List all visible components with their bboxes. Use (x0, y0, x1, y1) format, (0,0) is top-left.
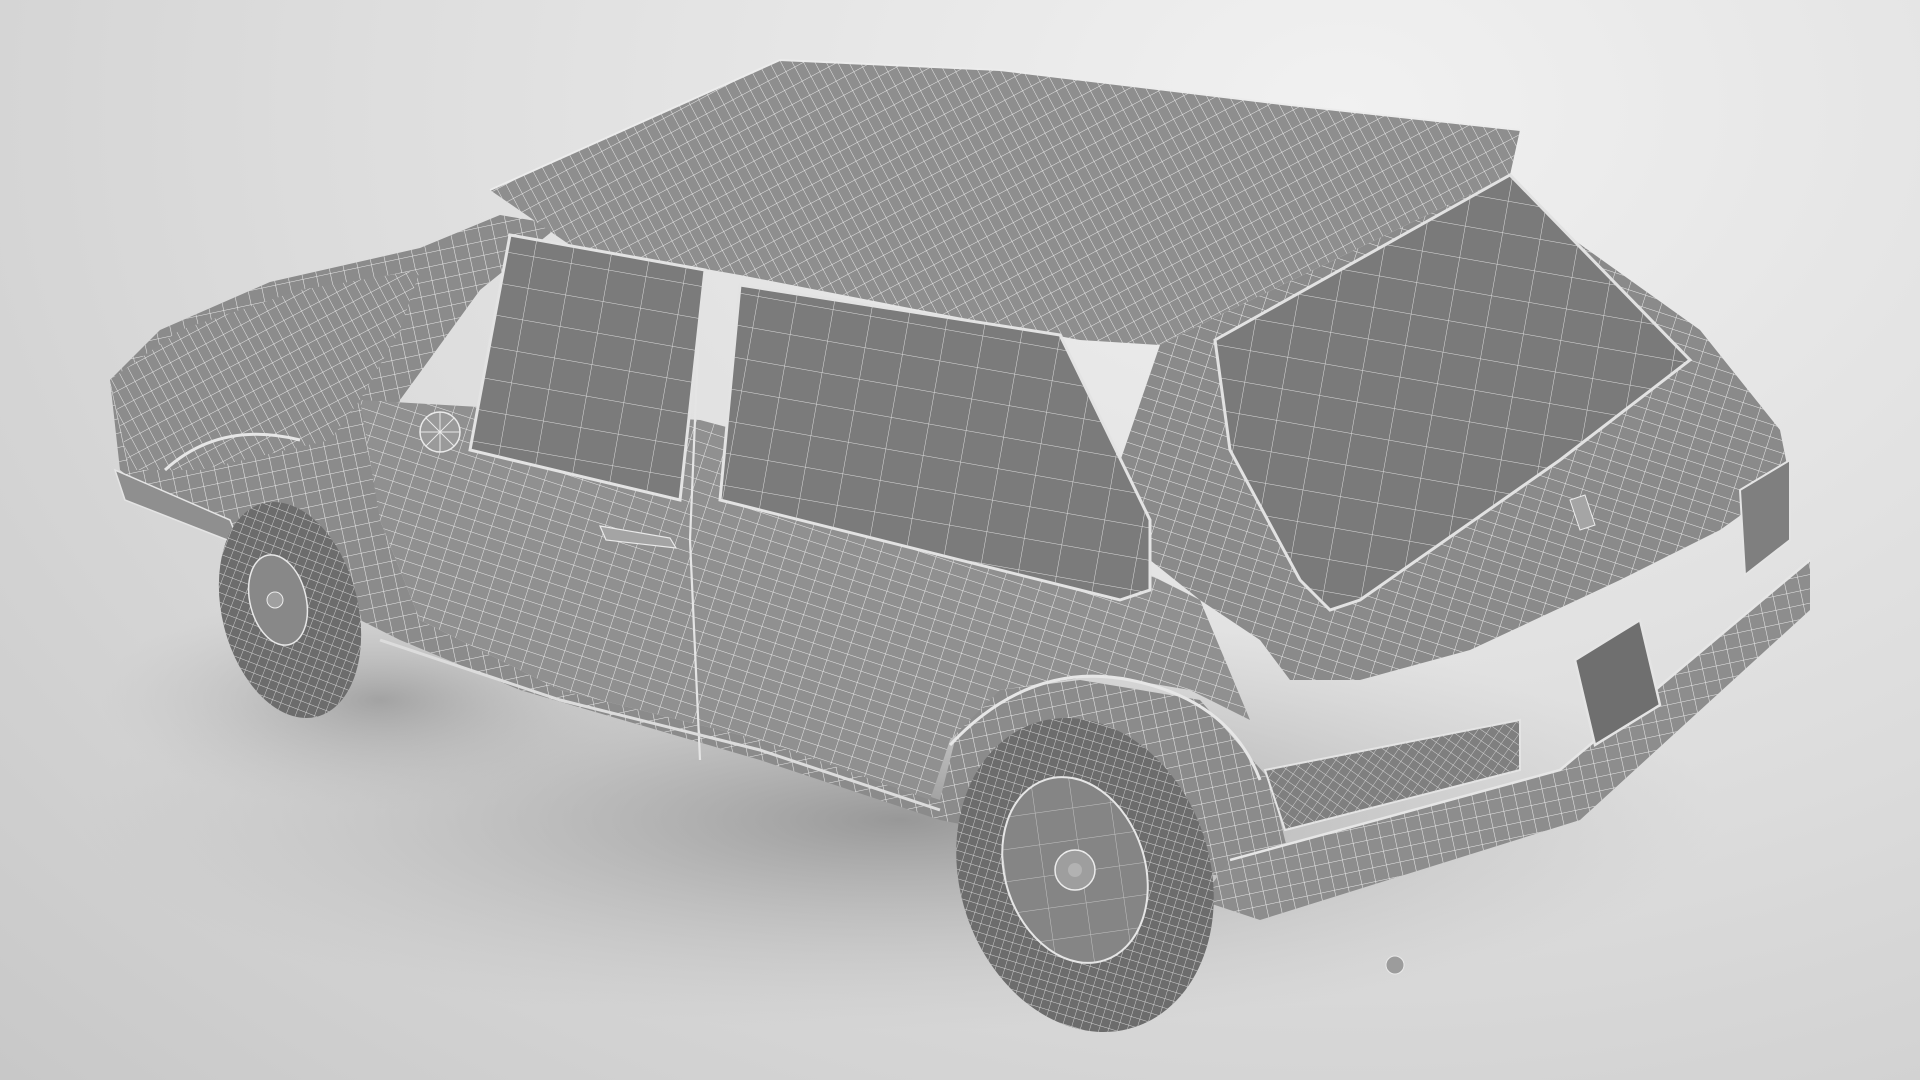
car-wireframe-render (80, 58, 1811, 1032)
exhaust-pipe (1385, 955, 1405, 975)
render-viewport (0, 0, 1920, 1080)
